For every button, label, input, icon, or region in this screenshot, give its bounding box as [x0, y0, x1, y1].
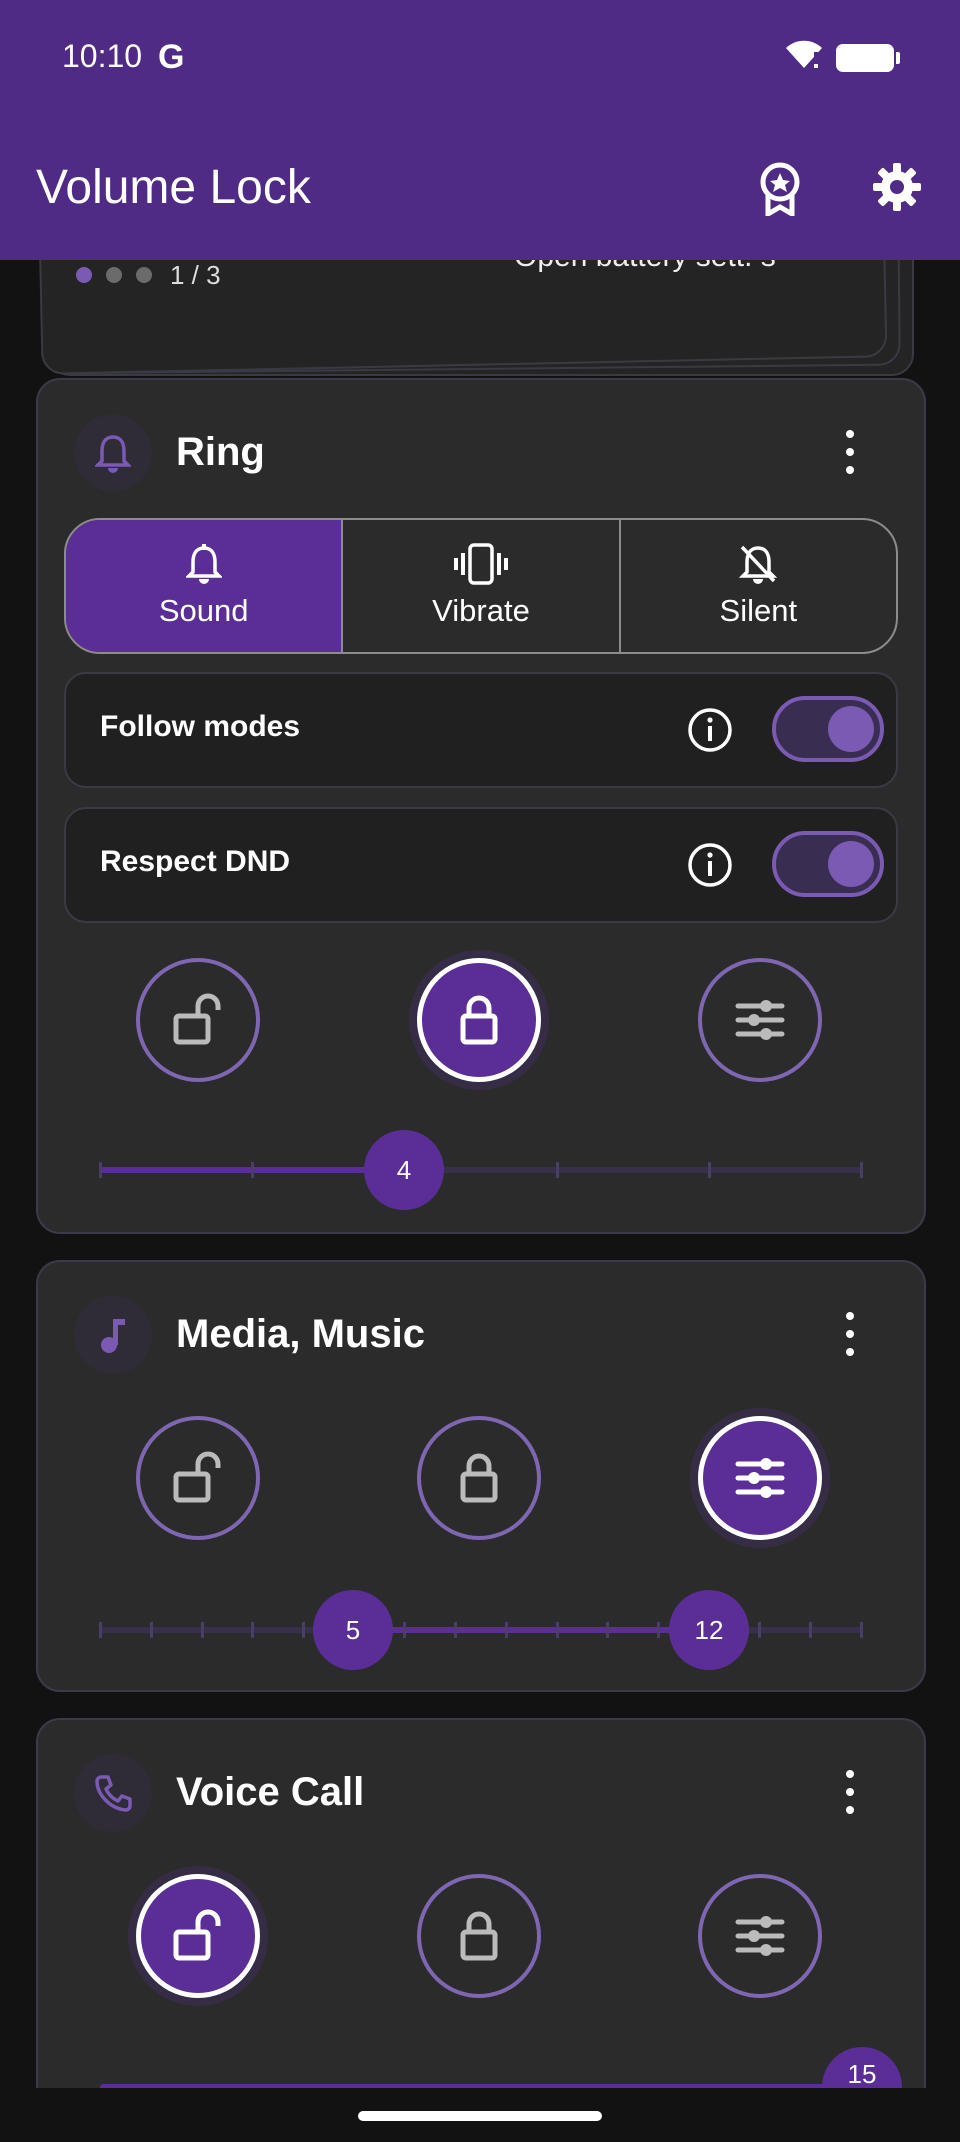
- segment-sound[interactable]: Sound: [66, 520, 344, 652]
- range-button[interactable]: [698, 958, 822, 1082]
- bell-off-icon: [739, 545, 778, 584]
- unlock-button[interactable]: [136, 1416, 260, 1540]
- media-slider-min-thumb[interactable]: 5: [313, 1590, 393, 1670]
- slider-tick: [201, 1622, 204, 1638]
- voice-slider-track[interactable]: [100, 2084, 862, 2088]
- lock-open-icon: [173, 993, 221, 1045]
- range-button[interactable]: [698, 1874, 822, 1998]
- gesture-nav-bar[interactable]: [358, 2111, 602, 2121]
- tips-counter: 1 / 3: [170, 259, 221, 290]
- card-title: Ring: [176, 430, 265, 474]
- slider-tick: [556, 1622, 559, 1638]
- tune-icon: [735, 1916, 785, 1956]
- vibrate-icon: [453, 543, 508, 585]
- bell-icon: [185, 544, 222, 584]
- slider-tick: [708, 1162, 711, 1178]
- music-note-icon: [74, 1296, 152, 1374]
- respect-dnd-row: Respect DND: [64, 807, 898, 923]
- page-title: Volume Lock: [36, 161, 311, 214]
- follow-modes-switch[interactable]: [772, 696, 884, 762]
- slider-tick: [99, 1162, 102, 1178]
- slider-tick: [860, 1622, 863, 1638]
- media-slider-max-thumb[interactable]: 12: [669, 1590, 749, 1670]
- tune-icon: [735, 1000, 785, 1040]
- range-button[interactable]: [698, 1416, 822, 1540]
- segment-label: Silent: [719, 593, 798, 628]
- follow-modes-row: Follow modes: [64, 672, 898, 788]
- slider-tick: [99, 1622, 102, 1638]
- slider-tick: [556, 1162, 559, 1178]
- unlock-button[interactable]: [136, 1874, 260, 1998]
- ring-card: Ring Sound Vibrate Silent Follow modes R…: [36, 378, 926, 1234]
- bell-icon: [74, 414, 152, 492]
- lock-icon: [460, 1911, 498, 1961]
- battery-icon: [836, 44, 900, 72]
- more-menu-icon[interactable]: [830, 1770, 870, 1814]
- tune-icon: [735, 1458, 785, 1498]
- pager-dot: [136, 267, 152, 283]
- status-time: 10:10: [62, 38, 143, 74]
- gear-icon[interactable]: [872, 162, 922, 217]
- slider-tick: [403, 1622, 406, 1638]
- ring-slider-thumb[interactable]: 4: [364, 1130, 444, 1210]
- slider-tick: [150, 1622, 153, 1638]
- card-title: Media, Music: [176, 1312, 425, 1356]
- lock-button[interactable]: [417, 1874, 541, 1998]
- segment-label: Sound: [158, 593, 249, 628]
- respect-dnd-switch[interactable]: [772, 831, 884, 897]
- info-icon[interactable]: [686, 706, 734, 759]
- slider-tick: [251, 1622, 254, 1638]
- unlock-button[interactable]: [136, 958, 260, 1082]
- segment-silent[interactable]: Silent: [621, 520, 896, 652]
- voice-slider-thumb[interactable]: 15: [822, 2047, 902, 2088]
- segment-label: Vibrate: [432, 593, 530, 628]
- segment-vibrate[interactable]: Vibrate: [343, 520, 621, 652]
- lock-button[interactable]: [417, 958, 541, 1082]
- slider-tick: [606, 1622, 609, 1638]
- slider-tick: [758, 1622, 761, 1638]
- lock-open-icon: [173, 1909, 221, 1961]
- slider-tick: [809, 1622, 812, 1638]
- card-title: Voice Call: [176, 1770, 365, 1814]
- more-menu-icon[interactable]: [830, 1312, 870, 1356]
- more-menu-icon[interactable]: [830, 430, 870, 474]
- voice-call-card: Voice Call 15: [36, 1718, 926, 2088]
- pager-dot-active: [76, 267, 92, 283]
- media-card: Media, Music 5 12: [36, 1260, 926, 1692]
- toggle-label: Respect DND: [100, 845, 291, 878]
- tips-pager: 1 / 3: [76, 260, 221, 290]
- voice-call-clip: Voice Call 15: [0, 1718, 960, 2088]
- lock-icon: [460, 1453, 498, 1503]
- info-icon[interactable]: [686, 841, 734, 894]
- slider-tick: [505, 1622, 508, 1638]
- slider-tick: [657, 1622, 660, 1638]
- google-icon: G: [158, 38, 185, 76]
- media-slider-fill: [353, 1627, 709, 1633]
- ringer-mode-selector: Sound Vibrate Silent: [64, 518, 898, 654]
- slider-tick: [860, 1162, 863, 1178]
- slider-tick: [302, 1622, 305, 1638]
- wifi-icon: [784, 38, 824, 75]
- lock-open-icon: [173, 1451, 221, 1503]
- award-icon[interactable]: [756, 162, 804, 221]
- pager-dot: [106, 267, 122, 283]
- lock-button[interactable]: [417, 1416, 541, 1540]
- slider-tick: [251, 1162, 254, 1178]
- phone-icon: [74, 1754, 152, 1832]
- lock-icon: [460, 995, 498, 1045]
- slider-tick: [454, 1622, 457, 1638]
- toggle-label: Follow modes: [100, 710, 301, 743]
